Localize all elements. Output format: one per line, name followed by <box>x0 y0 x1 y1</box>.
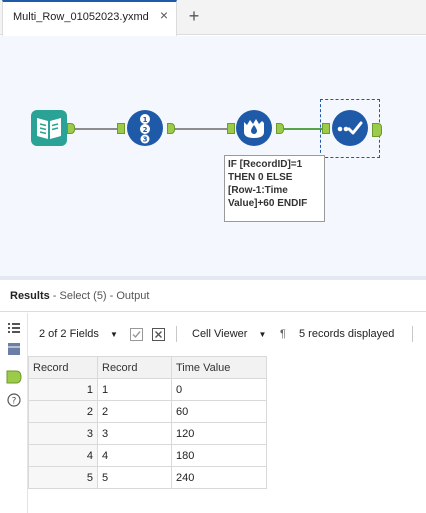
recordid-output-anchor[interactable] <box>167 123 175 134</box>
svg-text:1: 1 <box>143 116 148 124</box>
dropdown-caret-icon: ▼ <box>109 330 118 339</box>
table-row[interactable]: 3 3 120 <box>28 422 267 445</box>
close-box-icon[interactable] <box>152 328 165 341</box>
annotation-line-3: [Row-1:Time <box>228 185 288 196</box>
annotation-line-2: THEN 0 ELSE <box>228 172 293 183</box>
add-tab-button[interactable]: + <box>184 6 204 26</box>
help-icon[interactable]: ? <box>7 393 21 407</box>
svg-text:3: 3 <box>143 136 148 144</box>
records-displayed: 5 records displayed <box>299 328 395 340</box>
multi-row-formula-tool[interactable] <box>236 110 272 146</box>
results-side-rail: ? <box>0 313 28 513</box>
tab-workflow[interactable]: Multi_Row_01052023.yxmd × <box>2 0 177 36</box>
results-toolbar: 2 of 2 Fields ▼ Cell Viewer ▼ ¶ 5 record… <box>28 313 426 355</box>
multi-row-formula-icon <box>244 119 264 138</box>
input-output-anchor[interactable] <box>67 123 75 134</box>
dropdown-caret-icon: ▼ <box>258 330 267 339</box>
connector-2 <box>175 128 229 130</box>
connector-3 <box>284 128 322 130</box>
row-number-cell: 1 <box>28 378 98 401</box>
record-cell[interactable]: 1 <box>97 378 172 401</box>
multirow-annotation: IF [RecordID]=1 THEN 0 ELSE [Row-1:Time … <box>224 155 325 222</box>
select-output-anchor[interactable] <box>372 123 382 137</box>
toolbar-separator-2 <box>412 326 413 342</box>
table-row[interactable]: 1 1 0 <box>28 378 267 401</box>
record-id-icon: 1 2 3 <box>140 114 150 144</box>
time-value-cell[interactable]: 60 <box>171 400 267 423</box>
results-header: Results - Select (5) - Output <box>0 280 426 312</box>
multirow-output-anchor[interactable] <box>276 123 284 134</box>
time-value-cell[interactable]: 120 <box>171 422 267 445</box>
column-header-time-value[interactable]: Time Value <box>171 356 267 379</box>
select-tool-icon <box>337 121 363 135</box>
column-header-record[interactable]: Record <box>97 356 172 379</box>
tab-label: Multi_Row_01052023.yxmd <box>13 11 149 23</box>
results-title-label: Results <box>10 290 50 302</box>
record-cell[interactable]: 4 <box>97 444 172 467</box>
fields-label: 2 of 2 Fields <box>39 328 99 340</box>
row-number-cell: 2 <box>28 400 98 423</box>
input-data-tool[interactable] <box>31 110 67 146</box>
cell-viewer-label: Cell Viewer <box>192 328 248 340</box>
annotation-line-1: IF [RecordID]=1 <box>228 159 303 170</box>
table-header-row: Record Record Time Value <box>28 356 267 379</box>
tab-close-icon[interactable]: × <box>156 7 172 23</box>
annotation-line-4: Value]+60 ENDIF <box>228 198 308 209</box>
svg-text:?: ? <box>12 397 17 407</box>
recordid-input-anchor[interactable] <box>117 123 125 134</box>
record-id-tool[interactable]: 1 2 3 <box>127 110 163 146</box>
cell-viewer-dropdown[interactable]: Cell Viewer ▼ <box>192 328 266 340</box>
column-header-row-number[interactable]: Record <box>28 356 98 379</box>
svg-text:2: 2 <box>143 126 148 134</box>
row-number-cell: 3 <box>28 422 98 445</box>
book-input-icon <box>37 118 61 139</box>
tab-bar: Multi_Row_01052023.yxmd × + <box>0 0 426 36</box>
select-tool[interactable] <box>332 110 368 146</box>
row-number-cell: 4 <box>28 444 98 467</box>
multirow-input-anchor[interactable] <box>227 123 235 134</box>
workflow-canvas[interactable]: 1 2 3 IF [RecordID]=1 THEN 0 ELSE [Row-1… <box>0 36 426 276</box>
fields-dropdown[interactable]: 2 of 2 Fields ▼ <box>39 328 118 340</box>
table-row[interactable]: 4 4 180 <box>28 444 267 467</box>
checkbox-icon[interactable] <box>130 328 143 341</box>
grid-icon[interactable] <box>7 342 21 356</box>
record-cell[interactable]: 5 <box>97 466 172 489</box>
toolbar-separator-1 <box>176 326 177 342</box>
results-subtitle: - Select (5) - Output <box>49 290 150 302</box>
connector-1 <box>75 128 119 130</box>
list-icon[interactable] <box>7 321 21 335</box>
results-title: Results - Select (5) - Output <box>10 290 149 302</box>
time-value-cell[interactable]: 0 <box>171 378 267 401</box>
results-table: Record Record Time Value 1 1 0 2 2 60 3 … <box>28 356 267 489</box>
table-row[interactable]: 2 2 60 <box>28 400 267 423</box>
pilcrow-button[interactable]: ¶ <box>280 328 286 340</box>
record-cell[interactable]: 3 <box>97 422 172 445</box>
time-value-cell[interactable]: 180 <box>171 444 267 467</box>
time-value-cell[interactable]: 240 <box>171 466 267 489</box>
output-anchor-icon[interactable] <box>6 370 22 384</box>
table-row[interactable]: 5 5 240 <box>28 466 267 489</box>
record-cell[interactable]: 2 <box>97 400 172 423</box>
row-number-cell: 5 <box>28 466 98 489</box>
select-input-anchor[interactable] <box>322 123 330 134</box>
